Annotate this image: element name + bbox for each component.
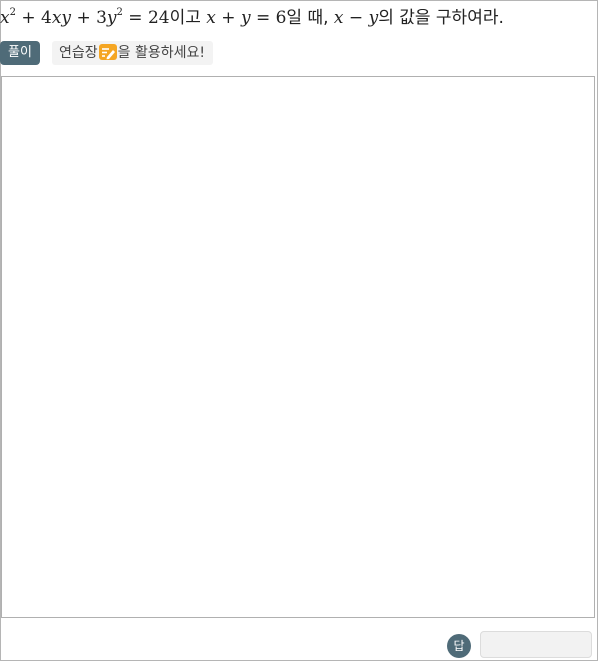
math-operator: − [343,8,369,28]
math-term: y [106,8,117,28]
question-text: x2 + 4xy + 3y2 = 24이고 x + y = 6일 때, x − … [0,4,504,32]
math-term: x [0,8,10,28]
equation-2: x + y = 6 [206,8,286,28]
math-term: y [368,8,379,28]
math-term: y [240,8,251,28]
math-operator: = 24 [122,8,170,28]
answer-input[interactable] [480,631,592,658]
math-operator: + 3 [71,8,107,28]
practice-hint: 연습장 을 활용하세요! [52,41,213,65]
answer-icon: 답 [447,634,471,658]
math-term: x [206,8,216,28]
math-operator: + 4 [15,8,52,28]
notepad-pencil-icon[interactable] [98,44,117,60]
math-term: xy [51,8,72,28]
question-word: 일 때, [286,8,334,28]
practice-hint-label: 연습장 [59,45,98,61]
question-word: 이고 [169,8,207,28]
math-operator: + [215,8,241,28]
math-operator: = 6 [250,8,287,28]
solution-button[interactable]: 풀이 [0,41,40,65]
math-term: x [333,8,344,28]
practice-canvas[interactable] [1,76,595,618]
question-word: 의 값을 구하여라. [378,8,504,28]
practice-hint-suffix: 을 활용하세요! [117,45,205,61]
equation-1: x2 + 4xy + 3y2 = 24 [0,8,170,29]
expression-target: x − y [334,8,378,28]
